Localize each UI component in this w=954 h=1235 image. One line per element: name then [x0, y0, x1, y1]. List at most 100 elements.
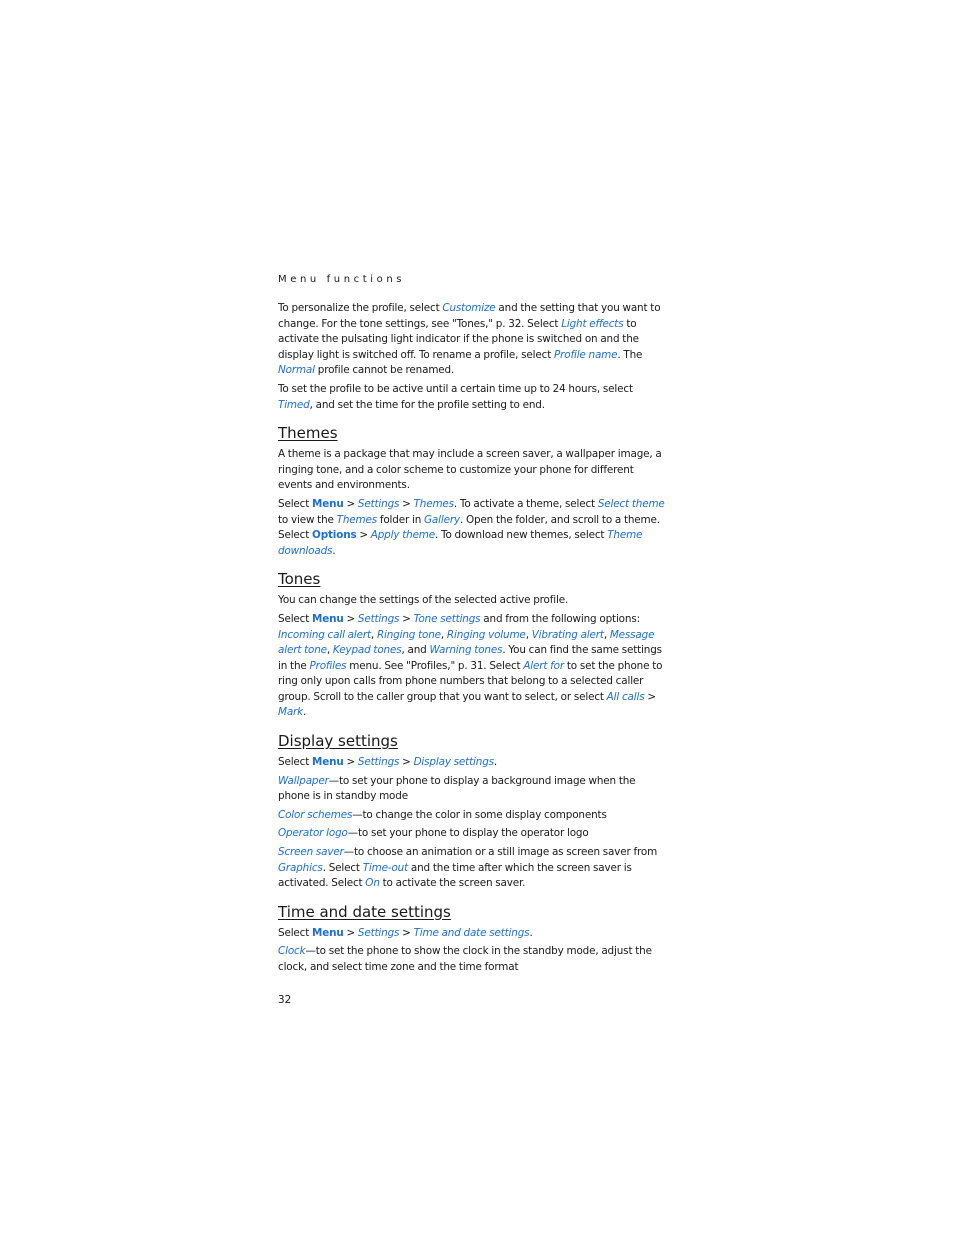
text-run: .: [493, 756, 498, 769]
text-run: >: [343, 756, 358, 769]
paragraph: Select Menu > Settings > Display setting…: [278, 755, 670, 771]
text-run: Select: [278, 612, 313, 625]
text-run: menu. See "Profiles," p. 31. Select: [346, 659, 524, 672]
page-number: 32: [278, 993, 292, 1006]
menu-option-gallery: Gallery: [423, 513, 460, 526]
paragraph: Select Menu > Settings > Tone settings a…: [278, 612, 670, 721]
menu-option-select-theme: Select theme: [597, 497, 665, 510]
paragraph: Select Menu > Settings > Time and date s…: [278, 926, 670, 942]
text-run: Select: [278, 756, 313, 769]
text-run: . To activate a theme, select: [453, 497, 598, 510]
paragraph: Clock—to set the phone to show the clock…: [278, 944, 670, 975]
paragraph: To personalize the profile, select Custo…: [278, 301, 670, 379]
menu-option-all-calls: All calls: [606, 690, 645, 703]
menu-option-vibrating-alert: Vibrating alert: [531, 628, 604, 641]
section-display-settings: Display settings Select Menu > Settings …: [278, 731, 670, 892]
menu-option-wallpaper: Wallpaper: [278, 774, 329, 787]
menu-option-profiles: Profiles: [309, 659, 347, 672]
text-run: and from the following options:: [480, 612, 640, 625]
text-run: >: [343, 926, 358, 939]
document-page: Menu functions To personalize the profil…: [278, 274, 670, 1007]
menu-option-screen-saver: Screen saver: [278, 846, 344, 859]
text-run: . To download new themes, select: [435, 529, 608, 542]
text-run: profile cannot be renamed.: [314, 364, 455, 377]
menu-option-color-schemes: Color schemes: [278, 808, 353, 821]
text-run: To set the profile to be active until a …: [278, 382, 633, 395]
softkey-options: Options: [312, 529, 357, 542]
menu-option-profile-name: Profile name: [554, 348, 618, 361]
text-run: To personalize the profile, select: [278, 302, 443, 314]
menu-option-themes: Themes: [336, 513, 378, 526]
text-run: >: [343, 497, 358, 510]
text-run: >: [399, 926, 414, 939]
section-heading: Tones: [278, 570, 321, 589]
text-run: , and: [401, 644, 430, 657]
menu-option-keypad-tones: Keypad tones: [332, 644, 402, 657]
text-run: .: [303, 706, 307, 719]
text-run: >: [343, 612, 358, 625]
paragraph: Color schemes—to change the color in som…: [278, 808, 670, 824]
text-run: —to choose an animation or a still image…: [343, 846, 658, 859]
text-run: >: [356, 529, 371, 542]
paragraph: Operator logo—to set your phone to displ…: [278, 826, 670, 842]
text-run: to activate the screen saver.: [379, 877, 526, 890]
text-run: , and set the time for the profile setti…: [309, 398, 545, 411]
menu-option-incoming-call-alert: Incoming call alert: [278, 628, 371, 641]
menu-option-mark: Mark: [278, 706, 304, 719]
menu-option-apply-theme: Apply theme: [370, 529, 436, 542]
text-run: .: [332, 544, 336, 557]
text-run: A theme is a package that may include a …: [278, 448, 662, 492]
sections: Themes A theme is a package that may incl…: [278, 423, 670, 975]
menu-option-settings: Settings: [357, 926, 400, 939]
text-run: to view the: [278, 513, 337, 526]
softkey-menu: Menu: [312, 612, 344, 625]
paragraph: A theme is a package that may include a …: [278, 447, 670, 494]
text-run: .: [529, 926, 533, 939]
text-run: Select: [278, 926, 313, 939]
menu-option-alert-for: Alert for: [523, 659, 565, 672]
menu-option-display-settings: Display settings: [413, 756, 494, 769]
menu-option-settings: Settings: [357, 756, 400, 769]
menu-option-light-effects: Light effects: [561, 317, 624, 330]
section-heading: Themes: [278, 424, 338, 443]
text-run: folder in: [376, 513, 424, 526]
menu-option-warning-tones: Warning tones: [429, 644, 503, 657]
section-heading: Display settings: [278, 732, 398, 751]
text-run: . Select: [322, 861, 363, 874]
text-run: —to change the color in some display com…: [352, 808, 607, 821]
paragraph: You can change the settings of the selec…: [278, 593, 670, 609]
text-run: >: [399, 612, 414, 625]
menu-option-ringing-tone: Ringing tone: [376, 628, 441, 641]
intro-section: To personalize the profile, select Custo…: [278, 301, 670, 413]
menu-option-themes: Themes: [413, 497, 455, 510]
text-run: You can change the settings of the selec…: [278, 594, 569, 607]
text-run: >: [399, 756, 414, 769]
menu-option-time-out: Time-out: [362, 861, 409, 874]
section-heading: Time and date settings: [278, 902, 451, 921]
text-run: >: [399, 497, 414, 510]
menu-option-graphics: Graphics: [278, 861, 323, 874]
text-run: —to set your phone to display the operat…: [347, 827, 589, 840]
menu-option-normal: Normal: [278, 364, 315, 377]
menu-option-clock: Clock: [278, 945, 306, 958]
paragraph: Wallpaper—to set your phone to display a…: [278, 774, 670, 805]
menu-option-time-and-date-settings: Time and date settings: [413, 926, 530, 939]
menu-option-tone-settings: Tone settings: [413, 612, 481, 625]
paragraph: Screen saver—to choose an animation or a…: [278, 845, 670, 892]
text-run: —to set the phone to show the clock in t…: [278, 945, 652, 973]
section-themes: Themes A theme is a package that may incl…: [278, 423, 670, 559]
text-run: Select: [278, 497, 313, 510]
text-run: —to set your phone to display a backgrou…: [278, 774, 636, 803]
section-time-and-date-settings: Time and date settings Select Menu > Sett…: [278, 902, 670, 976]
menu-option-operator-logo: Operator logo: [278, 827, 348, 840]
menu-option-ringing-volume: Ringing volume: [446, 628, 526, 641]
softkey-menu: Menu: [312, 756, 344, 769]
paragraph: Select Menu > Settings > Themes. To acti…: [278, 497, 670, 559]
text-run: >: [644, 690, 656, 703]
menu-option-customize: Customize: [442, 302, 496, 314]
softkey-menu: Menu: [312, 497, 344, 510]
menu-option-timed: Timed: [278, 398, 310, 411]
menu-option-settings: Settings: [357, 497, 400, 510]
softkey-menu: Menu: [312, 926, 344, 939]
section-tones: Tones You can change the settings of the …: [278, 569, 670, 721]
